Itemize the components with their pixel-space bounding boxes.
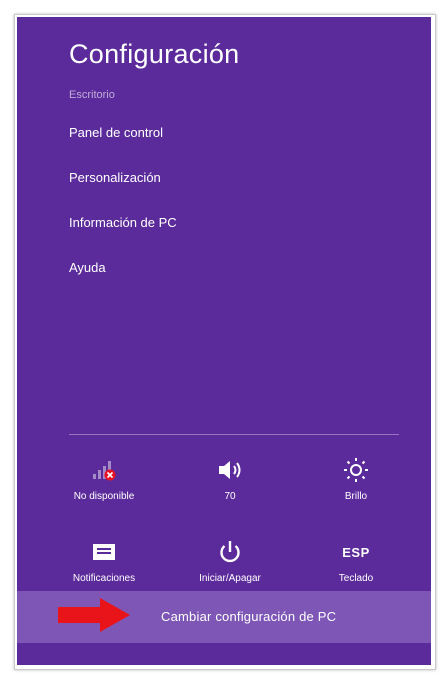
power-tile[interactable]: Iniciar/Apagar bbox=[175, 539, 285, 584]
network-unavailable-icon bbox=[49, 457, 159, 483]
menu-item-panel-de-control[interactable]: Panel de control bbox=[69, 125, 177, 170]
divider bbox=[69, 434, 399, 435]
notifications-icon bbox=[49, 539, 159, 565]
keyboard-language-code: ESP bbox=[342, 544, 370, 560]
brightness-tile[interactable]: Brillo bbox=[301, 457, 411, 502]
settings-charm-panel: Configuración Escritorio Panel de contro… bbox=[17, 17, 431, 665]
settings-menu: Panel de control Personalización Informa… bbox=[69, 125, 177, 305]
power-label: Iniciar/Apagar bbox=[199, 573, 261, 584]
menu-item-informacion-pc[interactable]: Información de PC bbox=[69, 215, 177, 260]
keyboard-tile[interactable]: ESP Teclado bbox=[301, 539, 411, 585]
power-icon bbox=[175, 539, 285, 565]
change-pc-settings-label: Cambiar configuración de PC bbox=[161, 609, 337, 624]
network-tile[interactable]: No disponible bbox=[49, 457, 159, 502]
speaker-icon bbox=[175, 457, 285, 483]
volume-tile[interactable]: 70 bbox=[175, 457, 285, 502]
network-label: No disponible bbox=[73, 491, 135, 502]
keyboard-language-indicator: ESP bbox=[301, 539, 411, 565]
context-subtitle: Escritorio bbox=[69, 89, 115, 101]
menu-item-ayuda[interactable]: Ayuda bbox=[69, 260, 177, 305]
notifications-label: Notificaciones bbox=[72, 573, 136, 584]
notifications-tile[interactable]: Notificaciones bbox=[49, 539, 159, 584]
keyboard-label: Teclado bbox=[338, 573, 374, 584]
red-arrow-icon bbox=[58, 598, 130, 632]
page-title: Configuración bbox=[69, 39, 240, 69]
brightness-label: Brillo bbox=[344, 491, 368, 502]
volume-level: 70 bbox=[224, 491, 236, 502]
sun-icon bbox=[301, 457, 411, 483]
menu-item-personalizacion[interactable]: Personalización bbox=[69, 170, 177, 215]
